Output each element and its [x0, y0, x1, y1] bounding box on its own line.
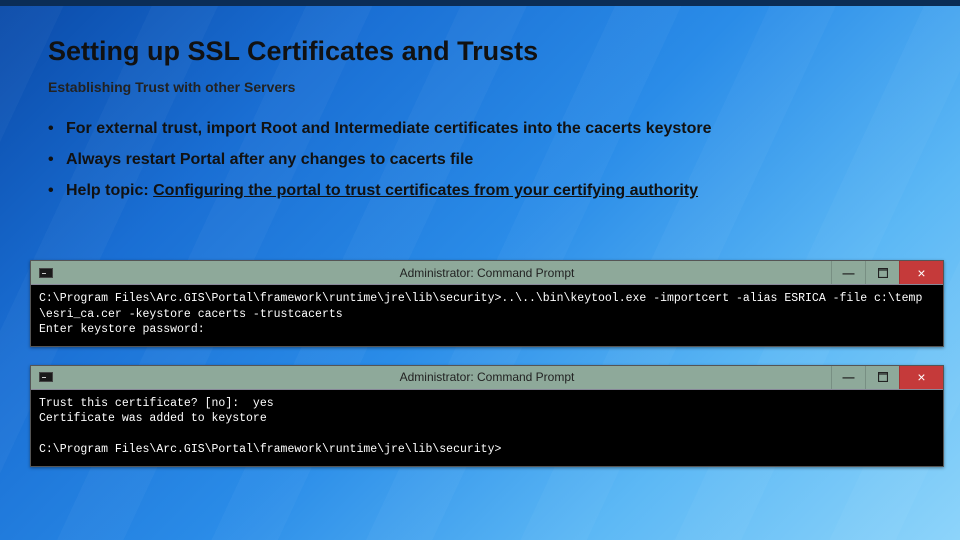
minimize-button[interactable]: — — [831, 261, 865, 284]
maximize-button[interactable] — [865, 366, 899, 389]
cmd-title-2: Administrator: Command Prompt — [31, 370, 943, 384]
console-area: Administrator: Command Prompt — × C:\Pro… — [30, 260, 944, 485]
cmd-title-1: Administrator: Command Prompt — [31, 266, 943, 280]
cmd-titlebar-1: Administrator: Command Prompt — × — [31, 261, 943, 285]
cmd-icon — [39, 268, 53, 278]
console1-line2: Enter keystore password: — [39, 323, 205, 336]
cmd-icon — [39, 372, 53, 382]
maximize-button[interactable] — [865, 261, 899, 284]
bullet-list: For external trust, import Root and Inte… — [48, 117, 930, 203]
slide-subtitle: Establishing Trust with other Servers — [48, 79, 930, 95]
console2-line1: Trust this certificate? [no]: yes — [39, 397, 274, 410]
bullet-item-2: Always restart Portal after any changes … — [48, 148, 930, 173]
slide-top-bar — [0, 0, 960, 6]
close-button[interactable]: × — [899, 366, 943, 389]
console2-line3 — [39, 428, 46, 441]
window-controls-1: — × — [831, 261, 943, 284]
console1-line1: C:\Program Files\Arc.GIS\Portal\framewor… — [39, 292, 922, 321]
cmd-titlebar-2: Administrator: Command Prompt — × — [31, 366, 943, 390]
slide-content: Setting up SSL Certificates and Trusts E… — [48, 36, 930, 209]
window-controls-2: — × — [831, 366, 943, 389]
cmd-window-1: Administrator: Command Prompt — × C:\Pro… — [30, 260, 944, 347]
cmd-console-1: C:\Program Files\Arc.GIS\Portal\framewor… — [31, 285, 943, 346]
minimize-button[interactable]: — — [831, 366, 865, 389]
help-topic-label: Help topic: — [66, 182, 153, 199]
console2-line2: Certificate was added to keystore — [39, 412, 267, 425]
bullet-item-3: Help topic: Configuring the portal to tr… — [48, 179, 930, 204]
cmd-window-2: Administrator: Command Prompt — × Trust … — [30, 365, 944, 467]
slide-title: Setting up SSL Certificates and Trusts — [48, 36, 930, 67]
help-topic-link[interactable]: Configuring the portal to trust certific… — [153, 182, 698, 199]
close-button[interactable]: × — [899, 261, 943, 284]
cmd-console-2: Trust this certificate? [no]: yes Certif… — [31, 390, 943, 466]
bullet-item-1: For external trust, import Root and Inte… — [48, 117, 930, 142]
console2-line4: C:\Program Files\Arc.GIS\Portal\framewor… — [39, 443, 501, 456]
